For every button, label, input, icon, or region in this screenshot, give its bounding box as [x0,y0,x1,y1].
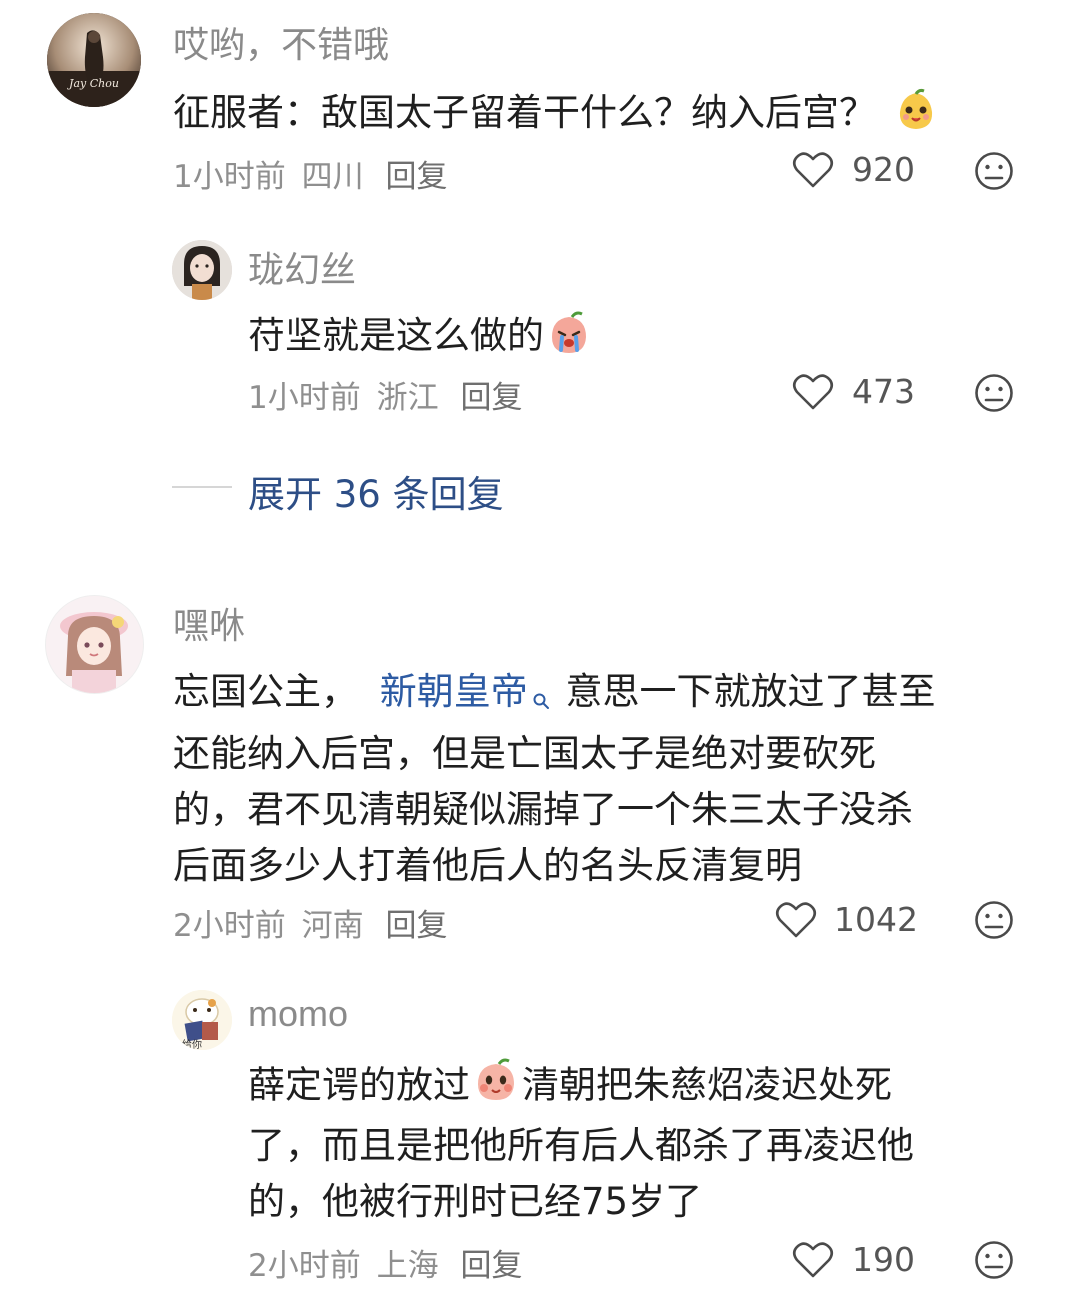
reply-meta: 1小时前 浙江 回复 [248,372,522,417]
comment-time: 1小时前 [173,159,286,195]
reply-username[interactable]: momo [248,993,348,1035]
like-count: 190 [852,1240,915,1279]
blushing-peach-emoji-icon [472,1056,520,1118]
topic-link[interactable]: 新朝皇帝 [380,670,562,713]
comment-line: 的，君不见清朝疑似漏掉了一个朱三太子没杀 [173,788,913,831]
comment-text-before: 忘国公主， [173,670,358,713]
dislike-button[interactable] [974,373,1014,413]
pear-face-emoji-icon [894,88,938,141]
like-button[interactable] [792,372,834,412]
reply-line: 的，他被行刑时已经75岁了 [248,1180,703,1223]
heart-outline-icon [792,372,834,412]
comment-username[interactable]: 哎哟，不错哦 [173,16,389,68]
reply-button[interactable]: 回复 [460,380,522,416]
like-button[interactable] [775,900,817,940]
like-count: 1042 [834,900,918,939]
heart-outline-icon [792,150,834,190]
dislike-button[interactable] [974,900,1014,940]
reply-meta: 2小时前 上海 回复 [248,1240,522,1285]
reply-line-text: 清朝把朱慈炤凌迟处死 [522,1063,892,1107]
unhappy-face-icon [974,900,1014,940]
crying-peach-emoji-icon [546,310,592,365]
comment-location: 河南 [301,908,364,944]
reply-text: 苻坚就是这么做的 [248,305,592,365]
comment-time: 2小时前 [173,908,286,944]
comment-line: 忘国公主， 新朝皇帝 意思一下就放过了甚至 [173,664,936,726]
reply-username[interactable]: 珑幻丝 [248,241,356,293]
reply-time: 1小时前 [248,380,361,416]
avatar[interactable]: 给你 [172,990,232,1050]
reply-location: 上海 [376,1248,439,1284]
unhappy-face-icon [974,1240,1014,1280]
comment-location: 四川 [301,159,364,195]
comment-text: 征服者：敌国太子留着干什么？纳入后宫？ [173,82,938,141]
dislike-button[interactable] [974,151,1014,191]
like-button[interactable] [792,150,834,190]
comment-meta: 1小时前 四川 回复 [173,151,447,196]
reply-button[interactable]: 回复 [460,1248,522,1284]
avatar-caption: 给你 [182,1040,202,1050]
heart-outline-icon [792,1240,834,1280]
avatar-caption: Jay Chou [69,77,119,90]
unhappy-face-icon [974,151,1014,191]
reply-button[interactable]: 回复 [385,908,447,944]
unhappy-face-icon [974,373,1014,413]
reply-text: 薛定谔的放过 清朝把朱慈炤凌迟处死 了，而且是把他所有后人都杀了再凌迟他 的，他… [248,1056,914,1230]
reply-text-before: 薛定谔的放过 [248,1063,470,1107]
comment-meta: 2小时前 河南 回复 [173,900,447,945]
like-count: 920 [852,150,915,189]
reply-button[interactable]: 回复 [385,159,447,195]
avatar[interactable] [45,595,144,694]
reply-time: 2小时前 [248,1248,361,1284]
comment-username[interactable]: 嘿咻 [173,597,245,649]
topic-link-text: 新朝皇帝 [379,670,528,713]
comment-text: 忘国公主， 新朝皇帝 意思一下就放过了甚至 还能纳入后宫，但是亡国太子是绝对要砍… [173,664,936,894]
comment-line: 后面多少人打着他后人的名头反清复明 [173,844,802,887]
dislike-button[interactable] [974,1240,1014,1280]
avatar[interactable] [172,240,232,300]
like-count: 473 [852,372,915,411]
divider [172,486,232,488]
comment-line-text: 意思一下就放过了甚至 [565,670,936,713]
reply-line: 薛定谔的放过 清朝把朱慈炤凌迟处死 [248,1056,914,1118]
reply-location: 浙江 [376,380,439,416]
heart-outline-icon [775,900,817,940]
comment-line: 还能纳入后宫，但是亡国太子是绝对要砍死 [173,732,876,775]
magnifier-icon [532,670,550,726]
like-button[interactable] [792,1240,834,1280]
expand-replies-label[interactable]: 展开 36 条回复 [248,464,504,518]
avatar[interactable]: Jay Chou [47,13,141,107]
reply-text-content: 苻坚就是这么做的 [248,314,544,357]
comment-text-content: 征服者：敌国太子留着干什么？纳入后宫？ [173,91,876,134]
reply-line: 了，而且是把他所有后人都杀了再凌迟他 [248,1124,914,1167]
